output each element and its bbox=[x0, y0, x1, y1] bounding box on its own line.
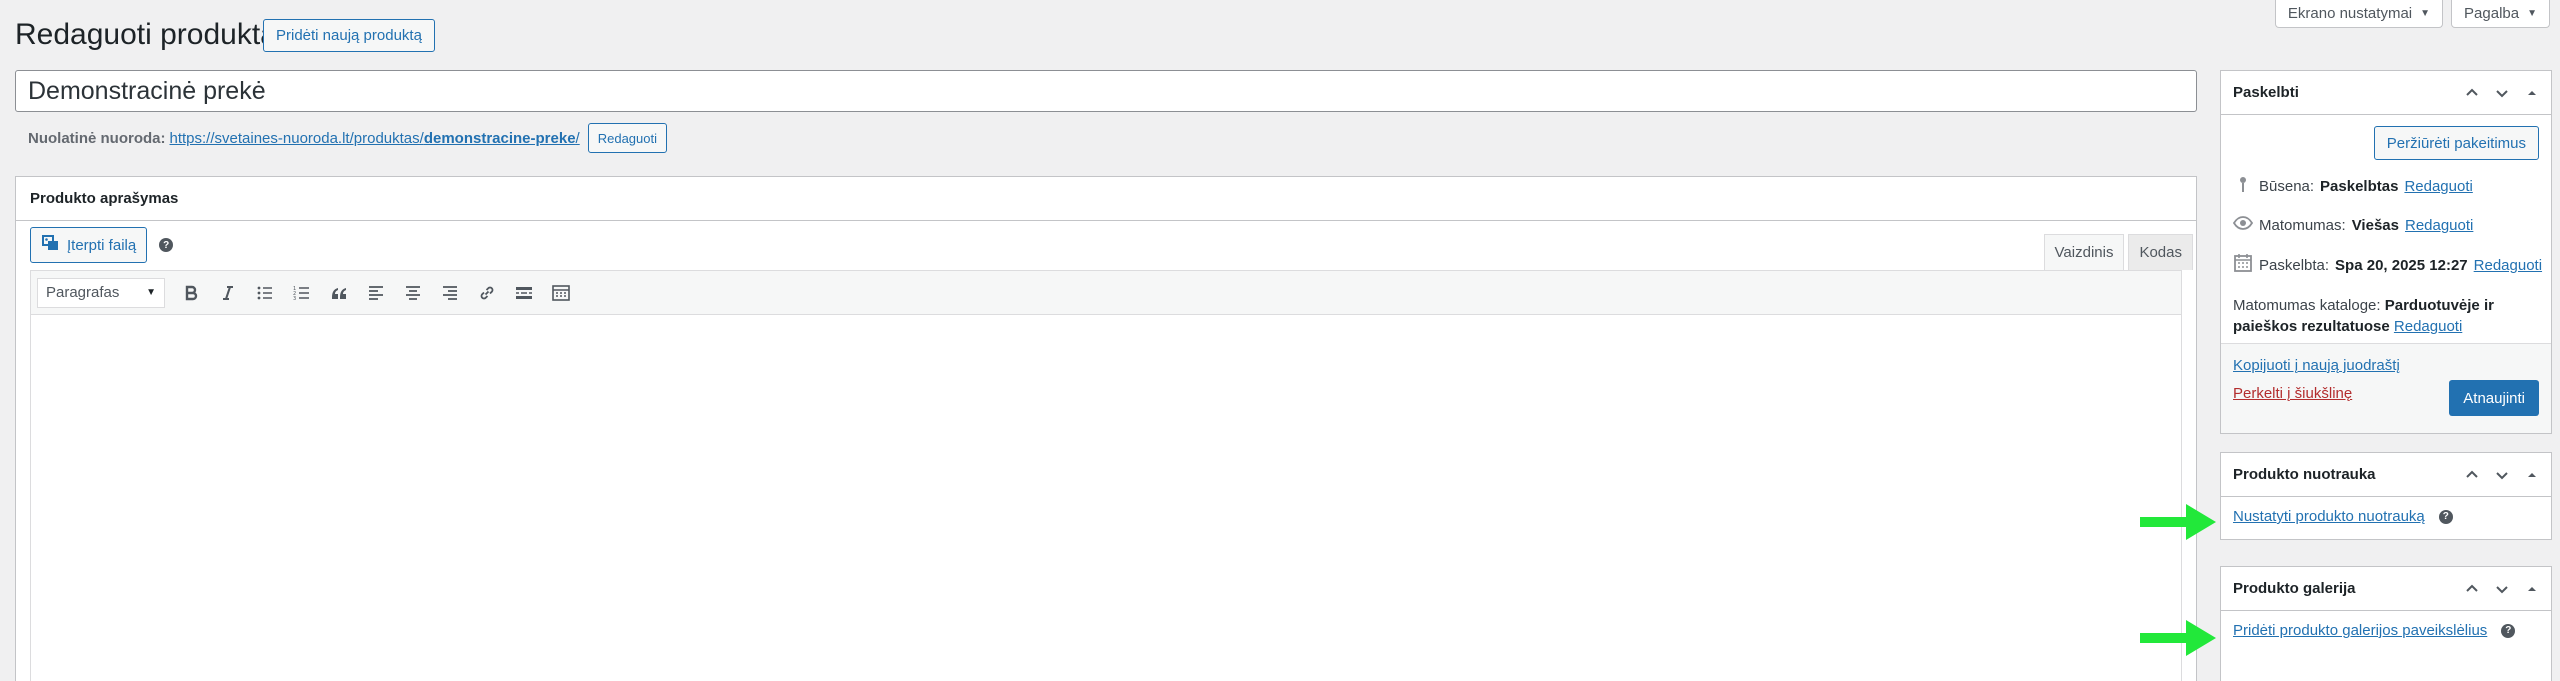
green-arrow-icon bbox=[2140, 504, 2216, 540]
published-edit-link[interactable]: Redaguoti bbox=[2474, 257, 2542, 274]
editor-toolbar: Paragrafas ▼ 123 bbox=[30, 270, 2182, 315]
blockquote-icon[interactable] bbox=[323, 277, 354, 308]
caret-down-icon: ▼ bbox=[2527, 8, 2537, 19]
update-button[interactable]: Atnaujinti bbox=[2449, 380, 2539, 416]
product-gallery-box: Produkto galerija Pridėti produkto galer… bbox=[2220, 566, 2552, 681]
format-select[interactable]: Paragrafas ▼ bbox=[37, 277, 165, 308]
add-media-icon bbox=[41, 233, 61, 257]
numbered-list-icon[interactable]: 123 bbox=[286, 277, 317, 308]
catalog-label: Matomumas kataloge: bbox=[2233, 297, 2381, 314]
move-up-icon[interactable] bbox=[2459, 80, 2485, 106]
set-product-image-link[interactable]: Nustatyti produkto nuotrauką bbox=[2233, 508, 2425, 525]
caret-down-icon: ▼ bbox=[146, 287, 156, 298]
pin-icon bbox=[2233, 174, 2253, 198]
caret-down-icon: ▼ bbox=[2420, 8, 2431, 19]
collapse-icon[interactable] bbox=[2519, 462, 2545, 488]
screen-options-label: Ekrano nustatymai bbox=[2287, 5, 2413, 22]
collapse-icon[interactable] bbox=[2519, 576, 2545, 602]
product-gallery-header: Produkto galerija bbox=[2221, 567, 2551, 611]
link-icon[interactable] bbox=[471, 277, 502, 308]
visibility-row: Matomumas: Viešas Redaguoti bbox=[2232, 213, 2473, 237]
add-new-product-button[interactable]: Pridėti naują produktą bbox=[263, 19, 435, 52]
permalink-slug: demonstracine-preke bbox=[423, 129, 576, 147]
read-more-icon[interactable] bbox=[508, 277, 539, 308]
published-value: Spa 20, 2025 12:27 bbox=[2335, 256, 2468, 274]
media-buttons: Įterpti failą ? bbox=[30, 227, 174, 263]
editor-content-area[interactable] bbox=[30, 315, 2182, 681]
description-title: Produkto aprašymas bbox=[16, 177, 2196, 221]
preview-changes-button[interactable]: Peržiūrėti pakeitimus bbox=[2373, 126, 2539, 160]
toolbar-toggle-icon[interactable] bbox=[545, 277, 576, 308]
help-icon[interactable]: ? bbox=[159, 238, 174, 252]
align-center-icon[interactable] bbox=[397, 277, 428, 308]
help-icon[interactable]: ? bbox=[2501, 623, 2516, 638]
format-select-value: Paragrafas bbox=[46, 284, 120, 301]
help-button[interactable]: Pagalba ▼ bbox=[2451, 0, 2550, 28]
publish-box-header: Paskelbti bbox=[2221, 71, 2551, 115]
status-edit-link[interactable]: Redaguoti bbox=[2404, 178, 2472, 195]
help-icon[interactable]: ? bbox=[2438, 509, 2453, 524]
product-description-box: Produkto aprašymas Įterpti failą ? Vaizd… bbox=[15, 176, 2197, 681]
add-gallery-images-link[interactable]: Pridėti produkto galerijos paveikslėlius bbox=[2233, 622, 2487, 639]
published-label: Paskelbta: bbox=[2259, 256, 2330, 274]
postbox-controls bbox=[2459, 576, 2551, 602]
svg-text:3: 3 bbox=[293, 296, 296, 302]
add-media-label: Įterpti failą bbox=[67, 236, 137, 254]
permalink: Nuolatinė nuoroda: https://svetaines-nuo… bbox=[28, 122, 667, 154]
status-row: Būsena: Paskelbtas Redaguoti bbox=[2233, 174, 2473, 198]
move-to-trash-link[interactable]: Perkelti į šiukšlinę bbox=[2233, 385, 2352, 402]
move-down-icon[interactable] bbox=[2489, 576, 2515, 602]
status-label: Būsena: bbox=[2259, 177, 2315, 195]
align-left-icon[interactable] bbox=[360, 277, 391, 308]
permalink-edit-button[interactable]: Redaguoti bbox=[587, 123, 667, 153]
product-image-title: Produkto nuotrauka bbox=[2233, 466, 2376, 483]
visibility-edit-link[interactable]: Redaguoti bbox=[2405, 217, 2473, 234]
add-media-button[interactable]: Įterpti failą bbox=[30, 227, 148, 263]
product-gallery-inside: Pridėti produkto galerijos paveikslėlius… bbox=[2233, 622, 2516, 639]
eye-icon bbox=[2232, 213, 2254, 237]
permalink-label: Nuolatinė nuoroda: bbox=[28, 129, 166, 147]
catalog-visibility: Matomumas kataloge: Parduotuvėje ir paie… bbox=[2233, 295, 2533, 337]
permalink-trailing: / bbox=[575, 129, 580, 147]
move-up-icon[interactable] bbox=[2459, 462, 2485, 488]
align-right-icon[interactable] bbox=[434, 277, 465, 308]
product-image-box: Produkto nuotrauka Nustatyti produkto nu… bbox=[2220, 452, 2552, 540]
screen-options-button[interactable]: Ekrano nustatymai ▼ bbox=[2274, 0, 2444, 28]
publish-box: Paskelbti Peržiūrėti pakeitimus Būsena: … bbox=[2220, 70, 2552, 434]
product-image-header: Produkto nuotrauka bbox=[2221, 453, 2551, 497]
copy-to-draft-link[interactable]: Kopijuoti į naują juodraštį bbox=[2233, 357, 2400, 374]
publish-title: Paskelbti bbox=[2233, 84, 2299, 101]
move-down-icon[interactable] bbox=[2489, 80, 2515, 106]
permalink-link[interactable]: https://svetaines-nuoroda.lt/produktas/d… bbox=[170, 130, 580, 147]
screen-meta: Ekrano nustatymai ▼ Pagalba ▼ bbox=[2274, 0, 2550, 28]
published-row: Paskelbta: Spa 20, 2025 12:27 Redaguoti bbox=[2233, 253, 2542, 277]
calendar-icon bbox=[2233, 253, 2253, 277]
tab-code[interactable]: Kodas bbox=[2128, 234, 2193, 270]
collapse-icon[interactable] bbox=[2519, 80, 2545, 106]
bullet-list-icon[interactable] bbox=[249, 277, 280, 308]
status-value: Paskelbtas bbox=[2320, 177, 2399, 195]
green-arrow-icon bbox=[2140, 620, 2216, 656]
visibility-value: Viešas bbox=[2351, 216, 2399, 234]
italic-icon[interactable] bbox=[212, 277, 243, 308]
move-down-icon[interactable] bbox=[2489, 462, 2515, 488]
tab-visual[interactable]: Vaizdinis bbox=[2043, 234, 2125, 270]
product-image-inside: Nustatyti produkto nuotrauką ? bbox=[2233, 508, 2453, 525]
permalink-base: https://svetaines-nuoroda.lt/produktas/ bbox=[169, 129, 424, 147]
page-title: Redaguoti produktą bbox=[15, 18, 277, 51]
product-gallery-title: Produkto galerija bbox=[2233, 580, 2356, 597]
editor-tabs: Vaizdinis Kodas bbox=[2043, 234, 2193, 270]
visibility-label: Matomumas: bbox=[2259, 216, 2346, 234]
catalog-edit-link[interactable]: Redaguoti bbox=[2394, 318, 2462, 335]
postbox-controls bbox=[2459, 80, 2551, 106]
major-publishing-actions: Kopijuoti į naują juodraštį Perkelti į š… bbox=[2221, 343, 2551, 433]
postbox-controls bbox=[2459, 462, 2551, 488]
move-up-icon[interactable] bbox=[2459, 576, 2485, 602]
product-title-input[interactable]: Demonstracinė prekė bbox=[15, 70, 2197, 112]
help-label: Pagalba bbox=[2464, 5, 2520, 22]
bold-icon[interactable] bbox=[175, 277, 206, 308]
